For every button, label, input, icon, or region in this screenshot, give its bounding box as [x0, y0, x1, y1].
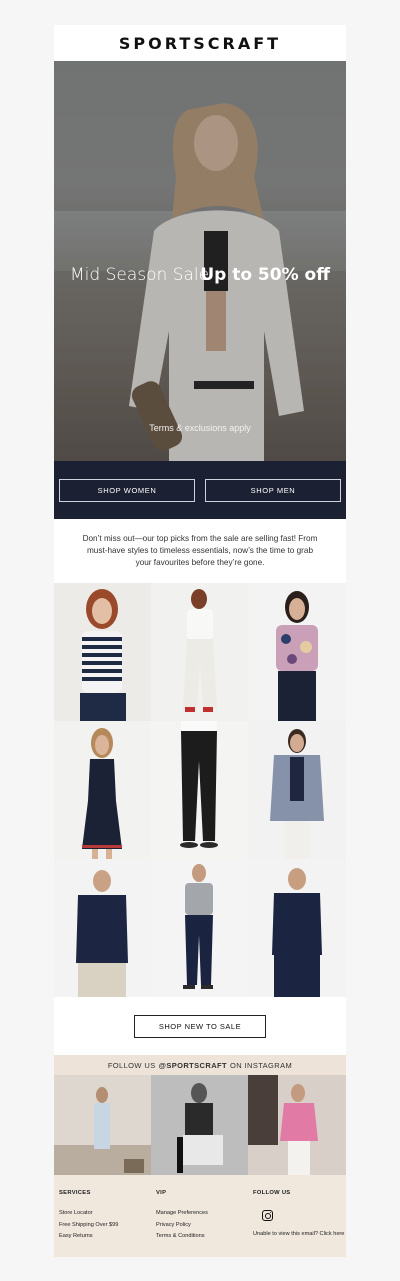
shop-new-section: SHOP NEW TO SALE — [54, 997, 346, 1055]
footer-services: SERVICES Store Locator Free Shipping Ove… — [59, 1190, 156, 1257]
services-heading: SERVICES — [59, 1190, 91, 1196]
brand-logo[interactable]: SPORTSCRAFT — [119, 34, 281, 53]
hero-overlay — [54, 61, 346, 461]
instagram-follow-bar[interactable]: FOLLOW US @SPORTSCRAFT ON INSTAGRAM — [54, 1055, 346, 1075]
store-locator-link[interactable]: Store Locator — [59, 1210, 156, 1216]
product-grid — [54, 583, 346, 997]
product-image-grey-tee-man[interactable] — [151, 859, 248, 997]
instagram-image-1[interactable] — [54, 1075, 151, 1175]
product-image-grey-blazer[interactable] — [248, 721, 346, 859]
instagram-images — [54, 1075, 346, 1175]
hero-discount: Up to 50% off — [200, 265, 330, 285]
intro-text: Don’t miss out—our top picks from the sa… — [82, 534, 318, 567]
instagram-image-2[interactable] — [151, 1075, 248, 1175]
privacy-policy-link[interactable]: Privacy Policy — [156, 1222, 253, 1228]
follow-heading: FOLLOW US — [253, 1190, 291, 1196]
product-image-navy-knit-dress[interactable] — [54, 721, 151, 859]
instagram-suffix: ON INSTAGRAM — [229, 1060, 293, 1070]
email-container: SPORTSCRAFT Mid Season Sale Up to 50% of… — [54, 25, 346, 1257]
shop-new-to-sale-button[interactable]: SHOP NEW TO SALE — [134, 1014, 266, 1038]
terms-conditions-link[interactable]: Terms & Conditions — [156, 1233, 253, 1239]
product-image-printed-tee[interactable] — [248, 583, 346, 721]
footer-vip: VIP Manage Preferences Privacy Policy Te… — [156, 1190, 253, 1257]
shop-women-button[interactable]: SHOP WOMEN — [59, 478, 195, 502]
manage-preferences-link[interactable]: Manage Preferences — [156, 1210, 253, 1216]
view-in-browser-link[interactable]: Unable to view this email? Click here — [253, 1230, 351, 1239]
hero-banner[interactable]: Mid Season Sale Up to 50% off Terms & ex… — [54, 61, 346, 461]
hero-terms: Terms & exclusions apply — [149, 423, 251, 433]
instagram-icon[interactable] — [262, 1210, 273, 1221]
logo-bar: SPORTSCRAFT — [54, 25, 346, 61]
footer-follow: FOLLOW US Unable to view this email? Cli… — [253, 1190, 351, 1257]
vip-heading: VIP — [156, 1190, 167, 1196]
product-image-black-pants[interactable] — [151, 721, 248, 859]
product-image-striped-tank[interactable] — [54, 583, 151, 721]
hero-headline: Mid Season Sale — [70, 265, 210, 285]
product-image-navy-shirt-man[interactable] — [54, 859, 151, 997]
free-shipping-link[interactable]: Free Shipping Over $99 — [59, 1222, 156, 1228]
instagram-prefix: FOLLOW US — [107, 1060, 156, 1070]
cta-bar: SHOP WOMEN SHOP MEN — [54, 461, 346, 519]
easy-returns-link[interactable]: Easy Returns — [59, 1233, 156, 1239]
product-image-navy-polo-man[interactable] — [248, 859, 346, 997]
footer: SERVICES Store Locator Free Shipping Ove… — [54, 1175, 346, 1257]
instagram-image-3[interactable] — [248, 1075, 346, 1175]
instagram-handle[interactable]: @SPORTSCRAFT — [159, 1061, 227, 1070]
shop-men-button[interactable]: SHOP MEN — [205, 478, 341, 502]
product-image-white-set[interactable] — [151, 583, 248, 721]
